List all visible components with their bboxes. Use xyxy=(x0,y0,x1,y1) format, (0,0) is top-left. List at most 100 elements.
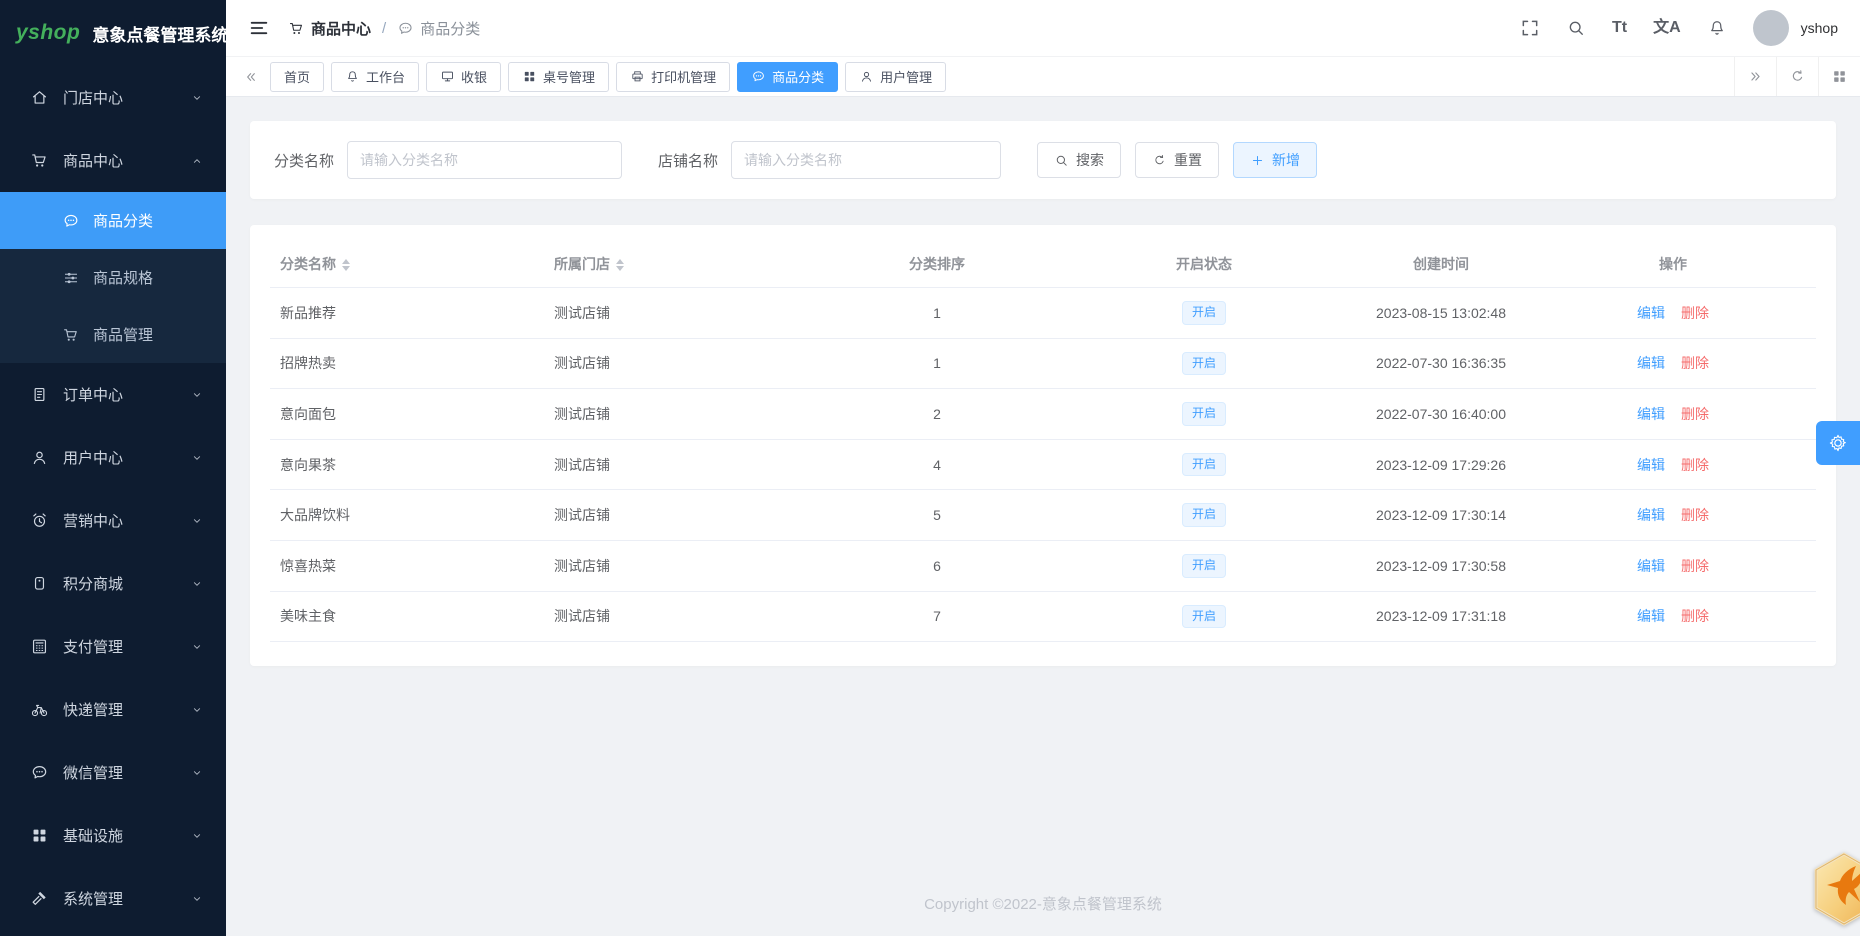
edit-link[interactable]: 编辑 xyxy=(1637,608,1665,624)
cell-created: 2023-12-09 17:29:26 xyxy=(1352,439,1530,491)
sidebar-item-label: 基础设施 xyxy=(63,828,124,845)
tab-options-button[interactable] xyxy=(1818,57,1860,96)
sidebar-item-marketing-center[interactable]: 营销中心 xyxy=(0,489,226,552)
delete-link[interactable]: 删除 xyxy=(1681,507,1709,523)
tab-cashier[interactable]: 收银 xyxy=(426,61,502,92)
tab-user-manage[interactable]: 用户管理 xyxy=(845,61,947,92)
add-button-label: 新增 xyxy=(1272,152,1301,168)
sidebar-item-infrastructure[interactable]: 基础设施 xyxy=(0,804,226,867)
double-chevron-left-icon xyxy=(247,72,255,81)
sort-caret[interactable] xyxy=(616,259,624,272)
tab-home[interactable]: 首页 xyxy=(270,61,325,92)
tab-product-category[interactable]: 商品分类 xyxy=(737,61,839,92)
cell-created: 2023-12-09 17:31:18 xyxy=(1352,591,1530,643)
column-label: 创建时间 xyxy=(1413,256,1469,272)
sidebar-menu: 门店中心 商品中心 商品分类 商品规格 商品管理 订单中心 用户中心 营销中心 … xyxy=(0,66,226,936)
table-row: 惊喜热菜 测试店铺 6 开启 2023-12-09 17:30:58 编辑 删除 xyxy=(270,540,1816,592)
sidebar-item-product-spec[interactable]: 商品规格 xyxy=(0,249,226,306)
edit-link[interactable]: 编辑 xyxy=(1637,305,1665,321)
search-icon[interactable] xyxy=(1566,18,1586,38)
sidebar-item-label: 积分商城 xyxy=(63,576,124,593)
delete-link[interactable]: 删除 xyxy=(1681,406,1709,422)
avatar[interactable] xyxy=(1752,10,1789,46)
breadcrumb-item-product-center[interactable]: 商品中心 xyxy=(288,18,371,39)
sidebar-item-label: 系统管理 xyxy=(63,891,124,908)
delete-link[interactable]: 删除 xyxy=(1681,558,1709,574)
app-title: 意象点餐管理系统 xyxy=(92,25,229,45)
cell-status: 开启 xyxy=(1056,489,1352,541)
cell-status: 开启 xyxy=(1056,338,1352,390)
tab-printer-manage[interactable]: 打印机管理 xyxy=(616,61,731,92)
gear-icon xyxy=(1829,434,1846,452)
tabs-scroll-right-button[interactable] xyxy=(1734,57,1776,96)
delete-link[interactable]: 删除 xyxy=(1681,305,1709,321)
sort-caret[interactable] xyxy=(342,259,350,272)
chevron-down-icon xyxy=(193,455,201,460)
topbar: 商品中心 / 商品分类 Tt 文A yshop xyxy=(226,0,1860,57)
cell-category-name: 美味主食 xyxy=(270,591,544,643)
sidebar-item-express-manage[interactable]: 快递管理 xyxy=(0,678,226,741)
column-header-shop: 所属门店 xyxy=(544,241,818,288)
column-label: 开启状态 xyxy=(1176,256,1232,272)
edit-link[interactable]: 编辑 xyxy=(1637,558,1665,574)
cell-shop: 测试店铺 xyxy=(544,388,818,440)
refresh-button[interactable] xyxy=(1776,57,1818,96)
search-icon xyxy=(1056,155,1067,166)
shop-name-input[interactable] xyxy=(731,141,1002,179)
cell-category-name: 惊喜热菜 xyxy=(270,540,544,592)
settings-fab-button[interactable] xyxy=(1816,421,1860,465)
delete-link[interactable]: 删除 xyxy=(1681,457,1709,473)
edit-link[interactable]: 编辑 xyxy=(1637,457,1665,473)
fullscreen-icon[interactable] xyxy=(1520,18,1540,38)
sidebar-item-points-mall[interactable]: 积分商城 xyxy=(0,552,226,615)
sidebar-item-system-manage[interactable]: 系统管理 xyxy=(0,867,226,930)
app-logo[interactable]: yshop 意象点餐管理系统 xyxy=(0,0,229,66)
cell-actions: 编辑 删除 xyxy=(1530,591,1816,643)
cell-sort-order: 6 xyxy=(818,540,1056,592)
delete-link[interactable]: 删除 xyxy=(1681,608,1709,624)
chevron-down-icon xyxy=(193,896,201,901)
chevron-down-icon xyxy=(193,707,201,712)
category-name-input[interactable] xyxy=(347,141,623,179)
tab-label: 桌号管理 xyxy=(543,70,596,85)
breadcrumb-separator: / xyxy=(382,19,387,37)
cart-icon xyxy=(289,22,302,34)
tabs-bar: 首页 工作台 收银 桌号管理 打印机管理 商品分类 用户管理 xyxy=(226,57,1860,97)
breadcrumb: 商品中心 / 商品分类 xyxy=(288,18,480,39)
delete-link[interactable]: 删除 xyxy=(1681,355,1709,371)
hamburger-icon[interactable] xyxy=(248,17,270,39)
tab-table-number[interactable]: 桌号管理 xyxy=(508,61,610,92)
sidebar-item-user-center[interactable]: 用户中心 xyxy=(0,426,226,489)
cell-created: 2022-07-30 16:36:35 xyxy=(1352,338,1530,390)
search-button[interactable]: 搜索 xyxy=(1037,142,1122,178)
edit-link[interactable]: 编辑 xyxy=(1637,355,1665,371)
chevron-down-icon xyxy=(193,95,201,100)
edit-link[interactable]: 编辑 xyxy=(1637,507,1665,523)
sidebar-item-product-category[interactable]: 商品分类 xyxy=(0,192,226,249)
edit-link[interactable]: 编辑 xyxy=(1637,406,1665,422)
cell-created: 2022-07-30 16:40:00 xyxy=(1352,388,1530,440)
sidebar-item-product-center[interactable]: 商品中心 xyxy=(0,129,226,192)
sidebar-item-payment-manage[interactable]: 支付管理 xyxy=(0,615,226,678)
font-size-icon[interactable]: Tt xyxy=(1612,20,1627,36)
sidebar-item-wechat-manage[interactable]: 微信管理 xyxy=(0,741,226,804)
status-badge: 开启 xyxy=(1181,452,1226,477)
mascot-bird-badge[interactable] xyxy=(1812,852,1860,926)
bicycle-icon xyxy=(31,704,48,717)
tab-workbench[interactable]: 工作台 xyxy=(331,61,420,92)
wechat-icon xyxy=(32,766,47,779)
sidebar-item-store-center[interactable]: 门店中心 xyxy=(0,66,226,129)
column-header-status: 开启状态 xyxy=(1056,241,1352,288)
add-button[interactable]: 新增 xyxy=(1233,142,1318,178)
bird-hexagon-icon xyxy=(1814,852,1860,926)
translate-icon[interactable]: 文A xyxy=(1653,20,1681,36)
category-table-panel: 分类名称 所属门店 分类排序 开启状态 创建时间 操作 新品推荐 测试店铺 1 … xyxy=(250,225,1836,667)
clipboard-icon xyxy=(34,387,45,402)
sidebar-item-order-center[interactable]: 订单中心 xyxy=(0,363,226,426)
reset-button[interactable]: 重置 xyxy=(1135,142,1220,178)
breadcrumb-label: 商品分类 xyxy=(420,20,481,38)
chevron-down-icon xyxy=(193,581,201,586)
tabs-scroll-left-button[interactable] xyxy=(232,57,270,96)
bell-icon[interactable] xyxy=(1707,18,1727,38)
sidebar-item-product-manage[interactable]: 商品管理 xyxy=(0,306,226,363)
